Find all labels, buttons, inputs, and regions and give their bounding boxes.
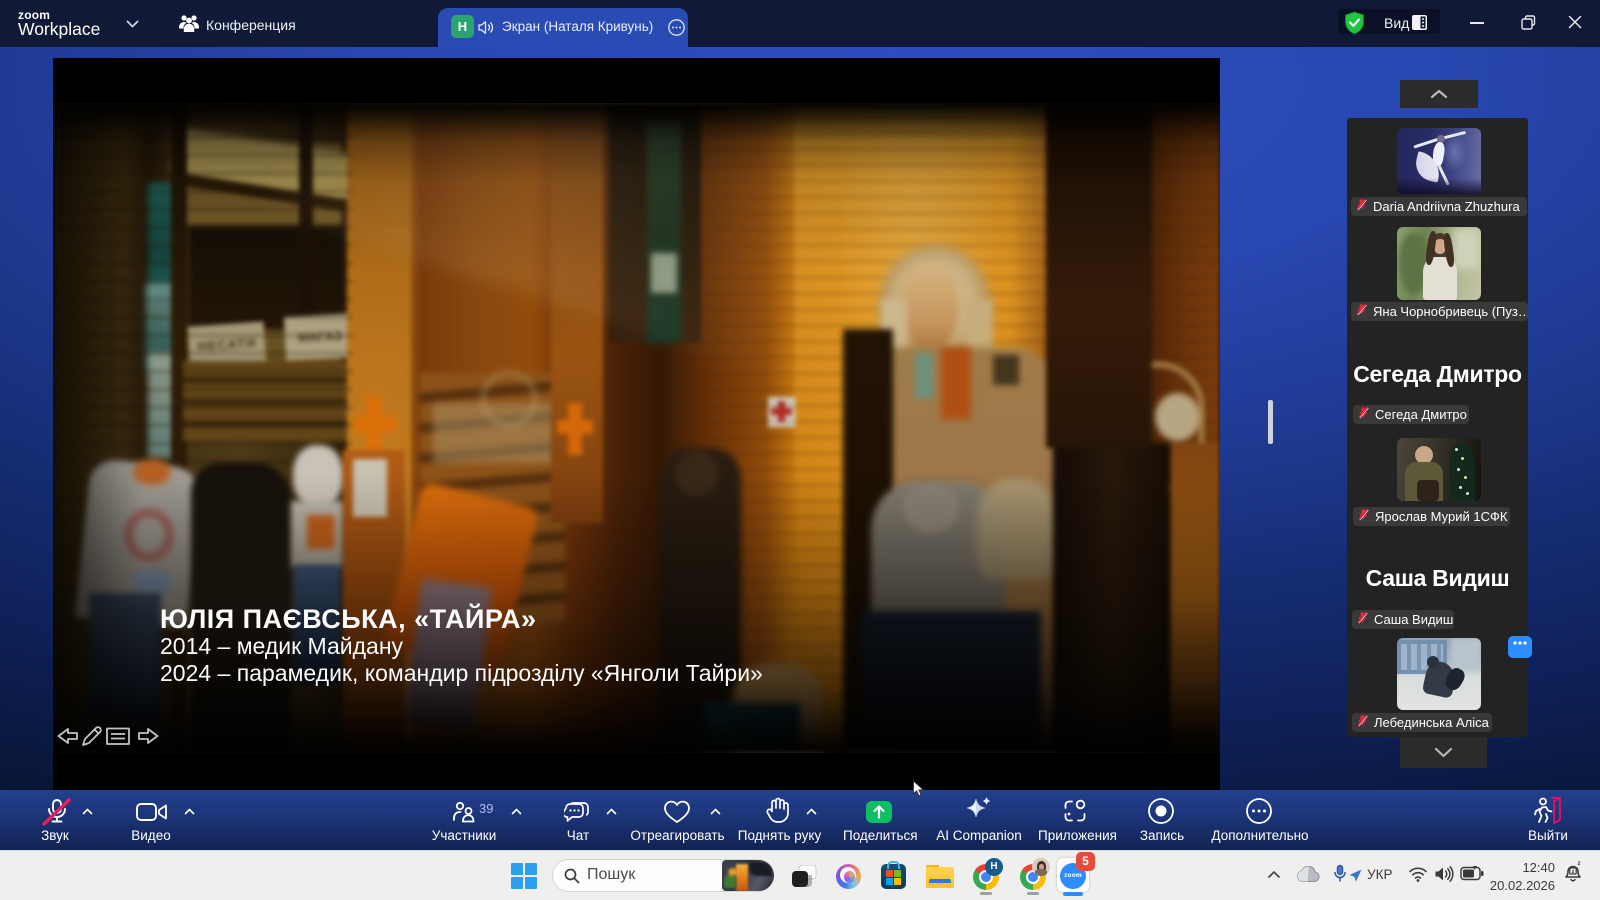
svg-text:z: z — [1572, 869, 1575, 875]
svg-text:z: z — [1578, 861, 1581, 867]
